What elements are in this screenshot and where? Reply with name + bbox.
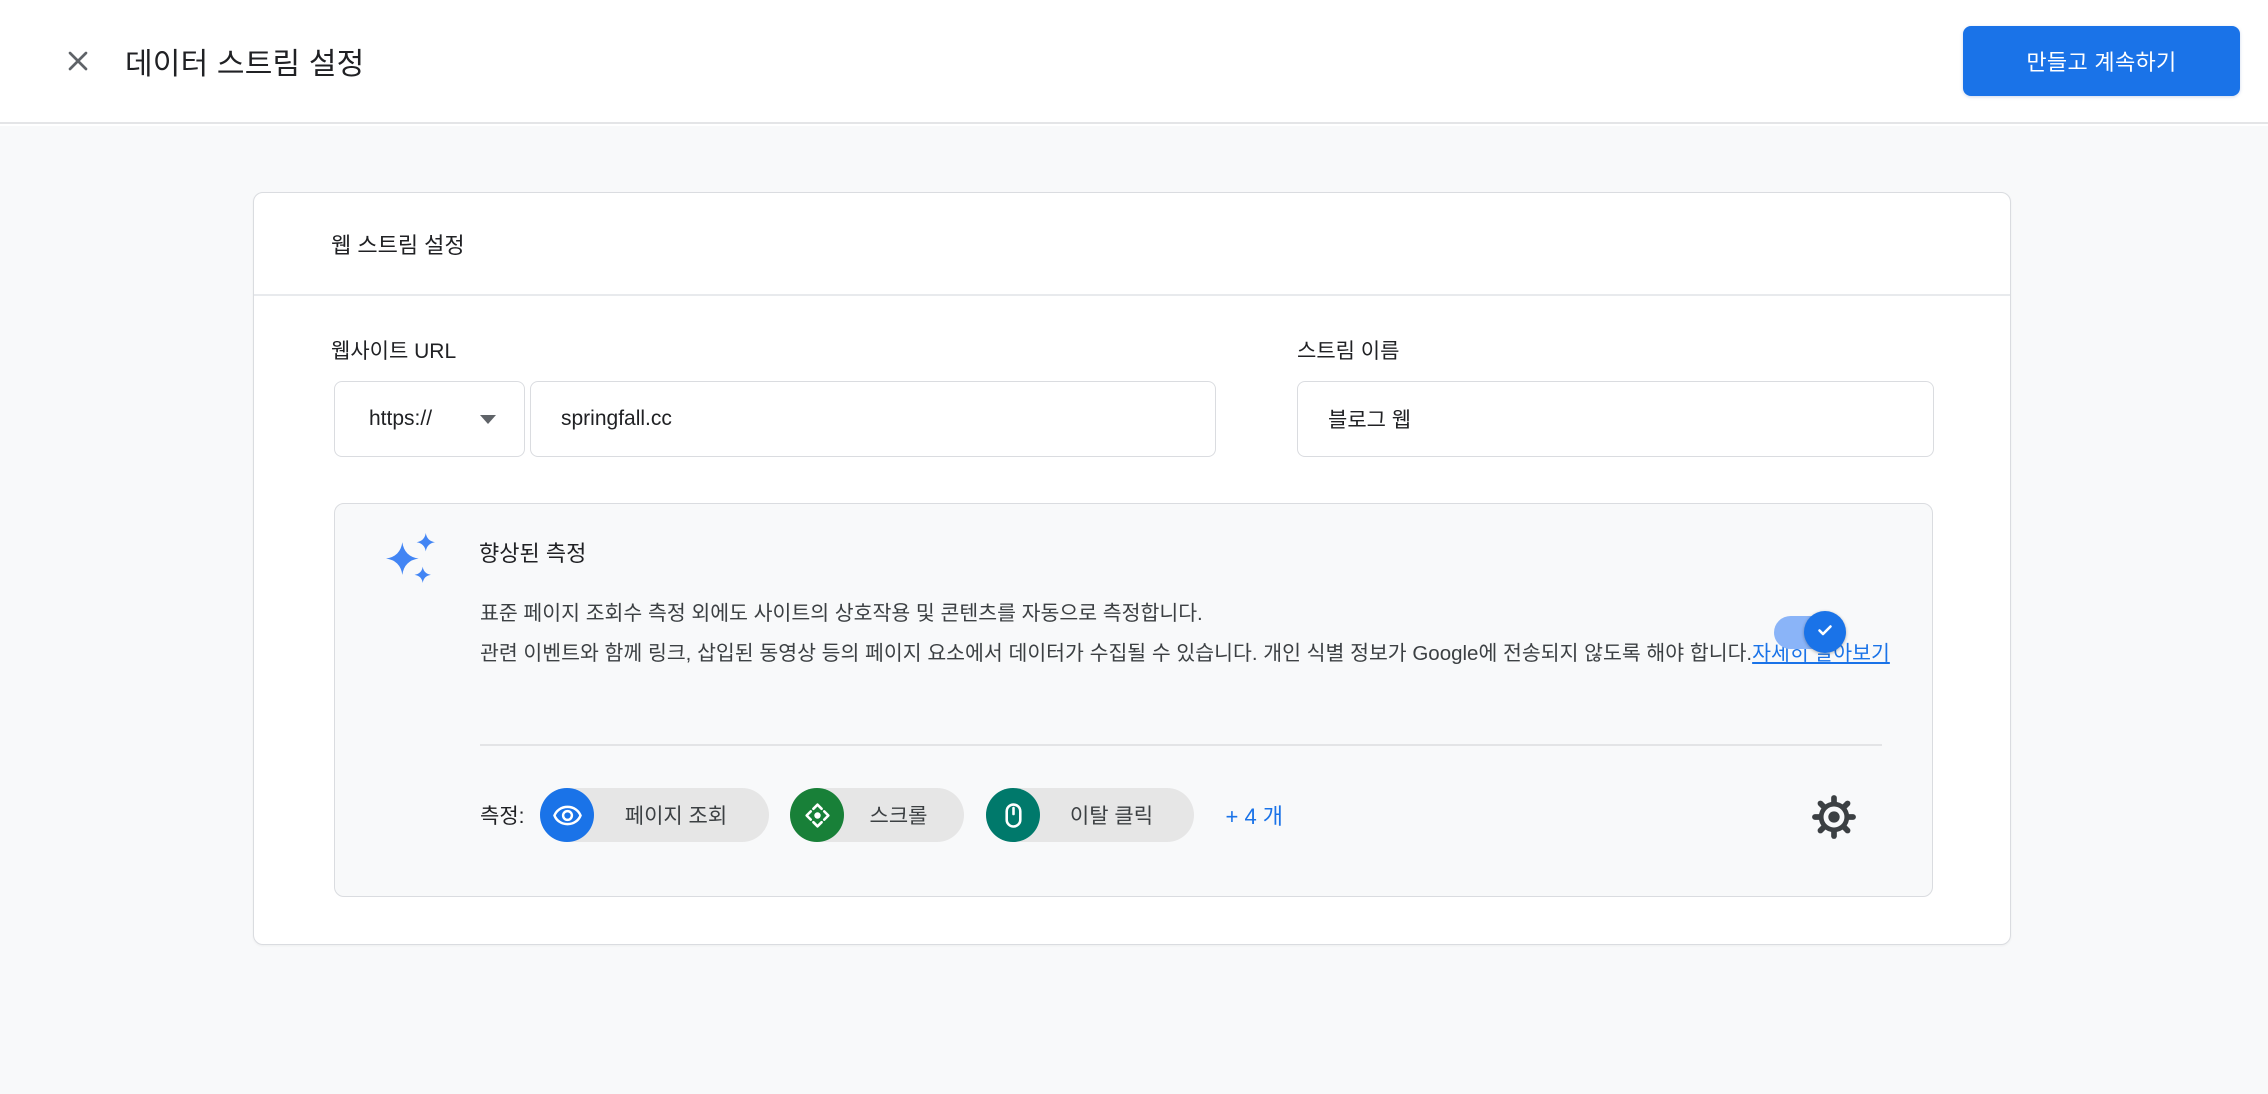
scroll-icon xyxy=(790,788,844,842)
enhanced-measurement-description: 표준 페이지 조회수 측정 외에도 사이트의 상호작용 및 콘텐츠를 자동으로 … xyxy=(480,594,1890,674)
panel-divider xyxy=(480,744,1882,746)
dialog-header: 데이터 스트림 설정 만들고 계속하기 xyxy=(0,0,2268,124)
close-icon xyxy=(62,45,94,82)
gear-icon xyxy=(1812,795,1856,844)
enhanced-measurement-toggle[interactable] xyxy=(1774,616,1845,649)
chip-page-views: 페이지 조회 xyxy=(540,788,769,842)
enhanced-measurement-panel: 향상된 측정 표준 페이지 조회수 측정 외에도 사이트의 상호작용 및 콘텐츠… xyxy=(334,503,1933,897)
measuring-label: 측정: xyxy=(480,800,524,830)
website-url-input[interactable] xyxy=(530,381,1216,457)
chevron-down-icon xyxy=(480,415,496,424)
sparkle-icon xyxy=(385,531,438,584)
measurement-settings-button[interactable] xyxy=(1811,796,1857,842)
chip-scrolls: 스크롤 xyxy=(790,788,964,842)
eye-icon xyxy=(540,788,594,842)
toggle-thumb xyxy=(1804,611,1846,653)
web-stream-card: 웹 스트림 설정 웹사이트 URL 스트림 이름 https:// 향상된 측정… xyxy=(253,192,2011,945)
stream-name-input[interactable] xyxy=(1297,381,1934,457)
chip-label: 스크롤 xyxy=(870,800,928,830)
page-title: 데이터 스트림 설정 xyxy=(125,0,364,122)
description-line2: 관련 이벤트와 함께 링크, 삽입된 동영상 등의 페이지 요소에서 데이터가 … xyxy=(480,642,1752,665)
create-and-continue-button[interactable]: 만들고 계속하기 xyxy=(1963,26,2240,96)
protocol-value: https:// xyxy=(369,407,432,431)
card-title: 웹 스트림 설정 xyxy=(254,193,2010,296)
chip-label: 페이지 조회 xyxy=(625,800,727,830)
description-line1: 표준 페이지 조회수 측정 외에도 사이트의 상호작용 및 콘텐츠를 자동으로 … xyxy=(480,602,1203,625)
measurement-chips-row: 측정: 페이지 조회 xyxy=(480,788,1283,842)
stream-name-label: 스트림 이름 xyxy=(1297,335,1399,365)
close-button[interactable] xyxy=(56,41,100,85)
more-measurements-link[interactable]: + 4 개 xyxy=(1225,799,1283,831)
chip-label: 이탈 클릭 xyxy=(1070,800,1153,830)
mouse-icon xyxy=(986,788,1040,842)
page-background: 웹 스트림 설정 웹사이트 URL 스트림 이름 https:// 향상된 측정… xyxy=(0,126,2268,1094)
protocol-select[interactable]: https:// xyxy=(334,381,525,457)
chip-outbound-clicks: 이탈 클릭 xyxy=(986,788,1194,842)
website-url-label: 웹사이트 URL xyxy=(331,335,456,365)
enhanced-measurement-title: 향상된 측정 xyxy=(479,536,586,568)
check-icon xyxy=(1813,618,1837,647)
